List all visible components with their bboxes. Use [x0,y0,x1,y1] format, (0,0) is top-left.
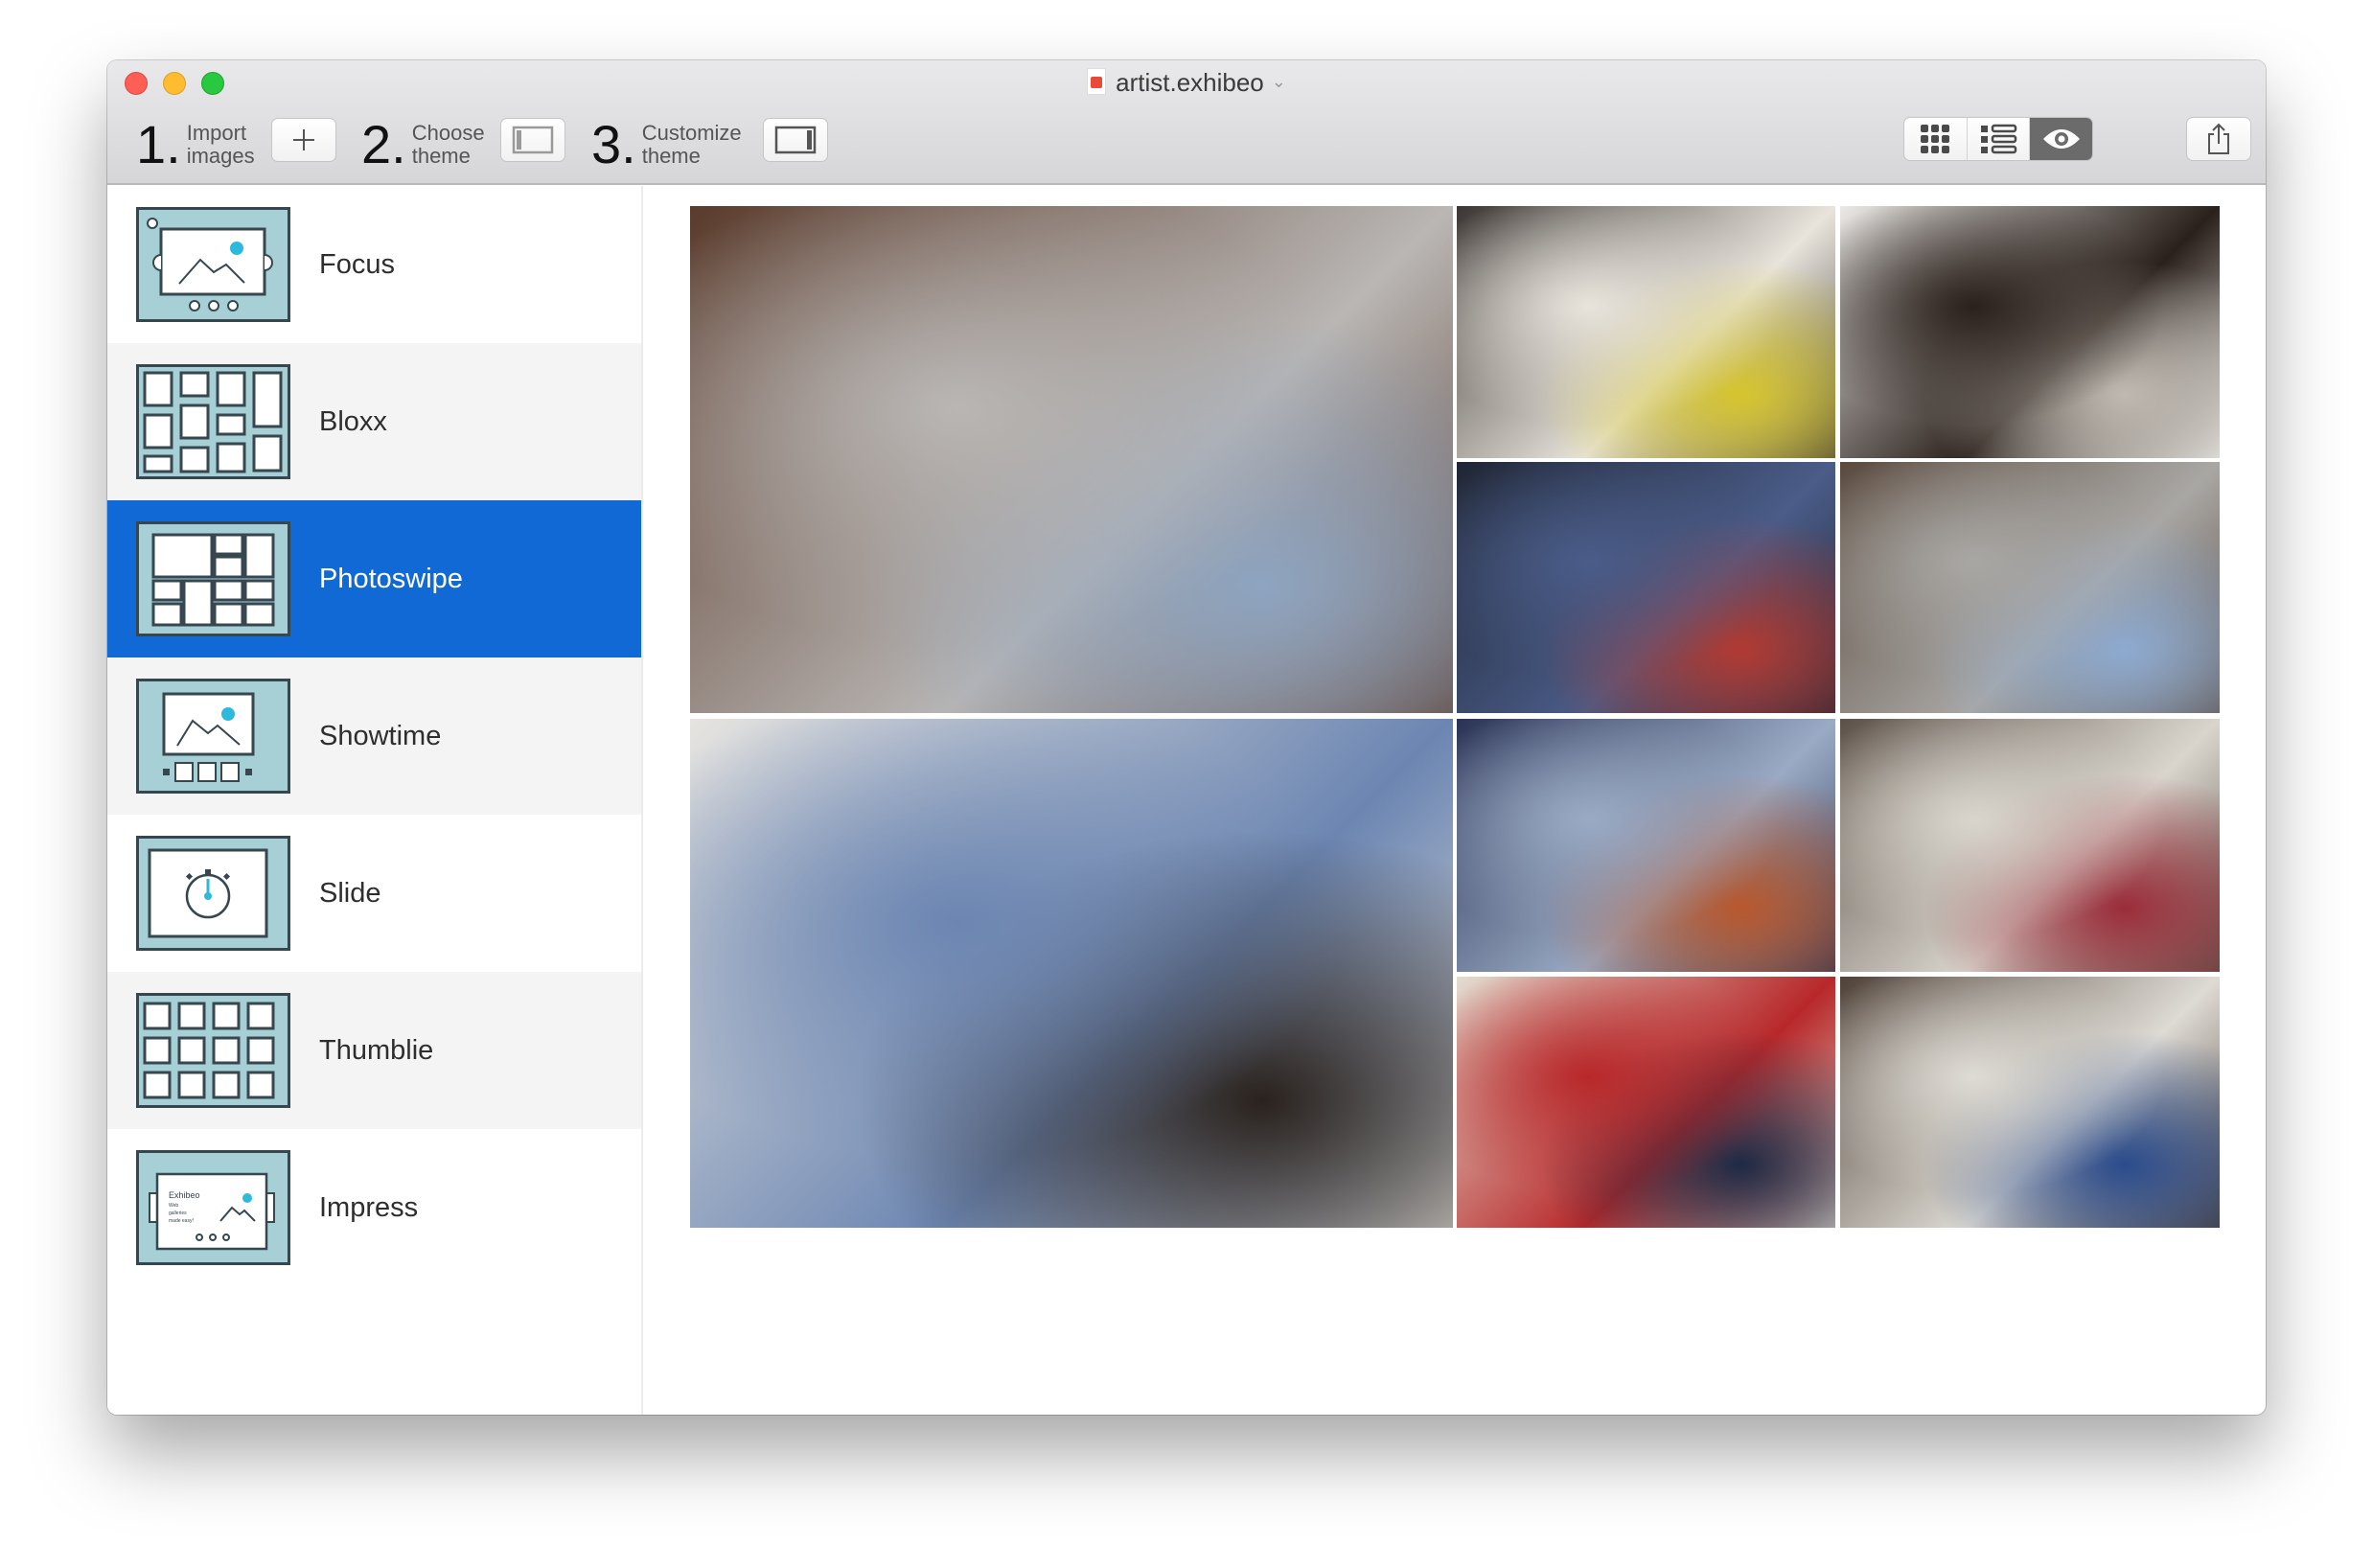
impress-icon-line1: Web [169,1203,178,1209]
theme-label: Showtime [319,720,442,751]
impress-theme-icon: Exhibeo Web galleries made easy! [136,1150,290,1265]
grid-icon [1921,125,1950,153]
showtime-theme-icon [136,679,290,794]
step-number: 3 [591,114,622,174]
step-label: Customize theme [642,122,742,168]
theme-label: Photoswipe [319,563,463,594]
theme-item-photoswipe[interactable]: Photoswipe [107,500,641,657]
gallery-photo[interactable] [690,719,1453,1228]
step-label: Import images [187,122,255,168]
step-label-line1: Choose [411,121,485,145]
step-customize-theme: 3. Customize theme [591,116,742,173]
gallery-photo[interactable] [1840,719,2220,972]
step-dot: . [166,114,181,174]
gallery-photo[interactable] [690,206,1453,713]
gallery-photo[interactable] [1840,977,2220,1228]
slide-theme-icon [136,836,290,951]
theme-item-slide[interactable]: Slide [107,815,641,972]
list-icon [1981,124,2017,154]
impress-icon-line3: made easy! [169,1218,194,1224]
import-images-button[interactable] [271,118,336,162]
exhibeo-file-icon [1087,68,1107,95]
theme-item-thumblie[interactable]: Thumblie [107,972,641,1129]
preview-view-button[interactable] [2030,118,2092,160]
step-dot: . [621,114,636,174]
impress-icon-title: Exhibeo [169,1190,200,1200]
impress-icon-line2: galleries [169,1211,187,1216]
step-dot: . [391,114,406,174]
gallery-photo[interactable] [1457,206,1835,458]
gallery-photo[interactable] [1457,719,1835,972]
gallery-photo[interactable] [1457,977,1835,1228]
app-window: artist.exhibeo ⌄ 1. Import images 2. Choos… [107,60,2266,1415]
left-sidebar-icon [512,126,554,154]
step-label-line2: images [186,144,255,168]
theme-label: Slide [319,877,381,909]
chevron-down-icon: ⌄ [1271,72,1286,91]
theme-item-impress[interactable]: Exhibeo Web galleries made easy! Impress [107,1129,641,1286]
list-view-button[interactable] [1968,118,2031,160]
theme-label: Focus [319,248,395,280]
customize-theme-button[interactable] [763,118,828,162]
plus-icon [293,129,314,150]
document-title[interactable]: artist.exhibeo ⌄ [107,68,2266,98]
step-number: 1 [136,114,167,174]
right-sidebar-icon [774,126,817,154]
photoswipe-theme-icon [136,521,290,636]
theme-label: Bloxx [319,405,387,437]
share-icon [2208,123,2229,154]
step-label: Choose theme [412,122,485,168]
bloxx-theme-icon [136,364,290,479]
focus-theme-icon [136,207,290,322]
view-mode-switcher [1903,117,2093,161]
grid-view-button[interactable] [1904,118,1968,160]
share-button[interactable] [2186,117,2251,161]
step-choose-theme: 2. Choose theme [361,116,485,173]
step-import-images: 1. Import images [136,116,255,173]
theme-sidebar: Focus Bloxx Photoswipe Showtime Slide Th… [107,186,643,1415]
gallery-photo[interactable] [1840,206,2220,458]
step-label-line2: theme [641,144,701,168]
theme-label: Thumblie [319,1034,434,1066]
choose-theme-button[interactable] [500,118,565,162]
step-label-line1: Import [186,121,247,145]
step-number: 2 [361,114,392,174]
step-label-line1: Customize [641,121,742,145]
document-title-text: artist.exhibeo [1116,68,1264,97]
step-label-line2: theme [411,144,471,168]
gallery-photo[interactable] [1840,462,2220,713]
theme-label: Impress [319,1191,419,1223]
gallery-photo[interactable] [1457,462,1835,713]
titlebar: artist.exhibeo ⌄ 1. Import images 2. Choos… [107,60,2266,185]
theme-item-focus[interactable]: Focus [107,186,641,343]
theme-item-showtime[interactable]: Showtime [107,657,641,815]
thumblie-theme-icon [136,993,290,1108]
eye-icon [2042,129,2080,149]
theme-item-bloxx[interactable]: Bloxx [107,343,641,500]
